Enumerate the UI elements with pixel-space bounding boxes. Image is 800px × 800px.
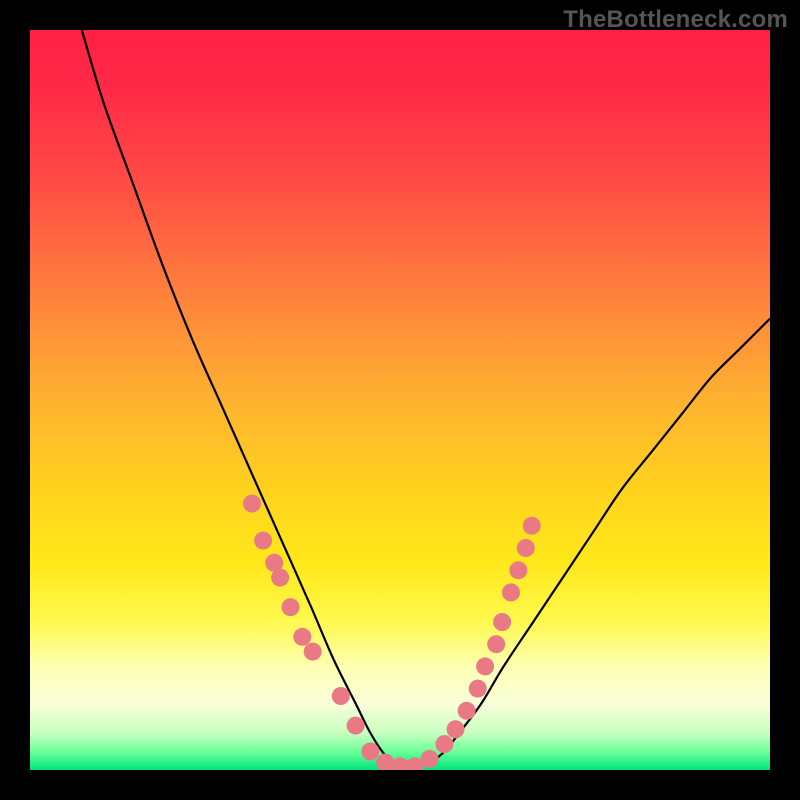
scatter-point	[502, 583, 520, 601]
scatter-point	[243, 495, 261, 513]
scatter-point	[293, 628, 311, 646]
scatter-point	[254, 532, 272, 550]
watermark-text: TheBottleneck.com	[563, 6, 788, 34]
scatter-point	[447, 720, 465, 738]
scatter-point	[281, 598, 299, 616]
scatter-point	[458, 702, 476, 720]
scatter-point	[509, 561, 527, 579]
scatter-point	[271, 569, 289, 587]
scatter-point	[361, 743, 379, 761]
scatter-point	[332, 687, 350, 705]
scatter-point	[421, 750, 439, 768]
scatter-point	[347, 717, 365, 735]
chart-frame: TheBottleneck.com	[0, 0, 800, 800]
scatter-point	[435, 735, 453, 753]
scatter-point	[493, 613, 511, 631]
scatter-point	[304, 643, 322, 661]
scatter-point	[469, 680, 487, 698]
plot-background	[30, 30, 770, 770]
scatter-point	[487, 635, 505, 653]
scatter-point	[517, 539, 535, 557]
bottleneck-plot	[30, 30, 770, 770]
scatter-point	[476, 657, 494, 675]
scatter-point	[523, 517, 541, 535]
